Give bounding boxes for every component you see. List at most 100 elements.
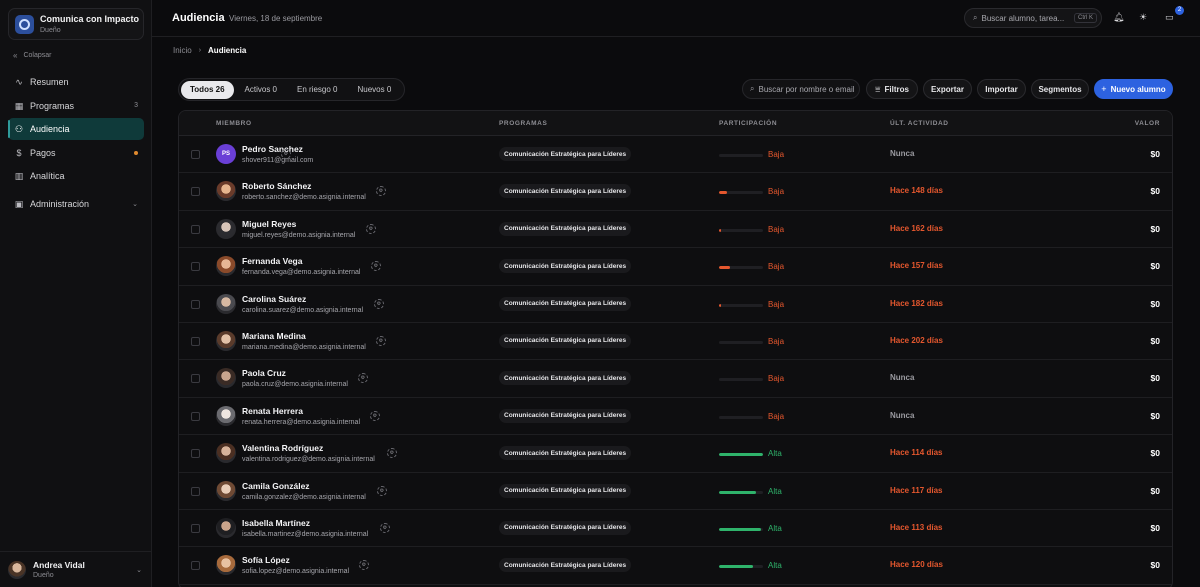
column-participation[interactable]: PARTICIPACIÓN (719, 120, 777, 127)
table-row[interactable]: Sofía López sofia.lopez@demo.asignia.inte… (179, 547, 1172, 585)
participation-level: Baja (768, 150, 785, 159)
users-icon: ⚇ (14, 124, 24, 134)
member-name[interactable]: Miguel Reyes (242, 219, 296, 229)
member-name[interactable]: Pedro Sanchez (242, 144, 303, 154)
segment-tabs: Todos 26 Activos 0 En riesgo 0 Nuevos 0 (178, 78, 406, 101)
table-row[interactable]: Fernanda Vega fernanda.vega@demo.asignia.… (179, 248, 1172, 286)
member-name[interactable]: Camila González (242, 481, 310, 491)
table-body: PS Pedro Sanchez shover911@gmail.com ⚙ Comun… (179, 136, 1172, 585)
settings-icon[interactable]: ⚙ (380, 522, 390, 533)
last-activity: Hace 182 días (890, 298, 943, 308)
member-name[interactable]: Paola Cruz (242, 368, 286, 378)
member-email: camila.gonzalez@demo.asignia.internal (242, 493, 366, 501)
sidebar-item-analítica[interactable]: ▥ Analítica (8, 165, 144, 187)
column-value[interactable]: VALOR (1135, 120, 1160, 127)
column-programs[interactable]: PROGRAMAS (499, 120, 547, 127)
export-label: Exportar (931, 84, 964, 94)
member-name[interactable]: Sofía López (242, 555, 290, 565)
program-chip: Comunicación Estratégica para Líderes (499, 446, 632, 461)
row-checkbox[interactable] (191, 262, 200, 272)
table-row[interactable]: Isabella Martínez isabella.martinez@demo.… (179, 510, 1172, 548)
member-name[interactable]: Isabella Martínez (242, 518, 310, 528)
participation-level: Baja (768, 411, 785, 421)
settings-icon[interactable]: ⚙ (387, 448, 397, 459)
sidebar-item-audiencia[interactable]: ⚇ Audiencia (8, 118, 144, 140)
table-row[interactable]: Miguel Reyes miguel.reyes@demo.asignia.in… (179, 211, 1172, 249)
member-email: roberto.sanchez@demo.asignia.internal (242, 194, 366, 202)
program-chip: Comunicación Estratégica para Líderes (499, 221, 632, 236)
settings-icon[interactable]: ⚙ (376, 335, 386, 346)
global-search-input[interactable]: ⌕ Buscar alumno, tarea... Ctrl K (964, 8, 1102, 28)
segments-button[interactable]: Segmentos (1031, 79, 1089, 99)
row-checkbox[interactable] (191, 561, 200, 571)
table-row[interactable]: Mariana Medina mariana.medina@demo.asigni… (179, 323, 1172, 361)
workspace-switcher[interactable]: Comunica con Impacto Dueño (8, 8, 144, 40)
bell-icon[interactable]: 🔔︎ (1113, 12, 1124, 23)
row-checkbox[interactable] (191, 449, 200, 459)
sun-icon[interactable]: ☀ (1139, 12, 1147, 23)
table-row[interactable]: Valentina Rodríguez valentina.rodriguez@d… (179, 435, 1172, 473)
table-row[interactable]: Camila González camila.gonzalez@demo.asig… (179, 473, 1172, 510)
program-chip: Comunicación Estratégica para Líderes (499, 333, 632, 348)
settings-icon[interactable]: ⚙ (281, 149, 291, 159)
search-icon: ⌕ (973, 13, 978, 22)
import-button[interactable]: Importar (977, 79, 1026, 99)
row-checkbox[interactable] (191, 411, 200, 421)
member-search-input[interactable]: ⌕ Buscar por nombre o email (742, 79, 860, 99)
row-checkbox[interactable] (191, 187, 200, 197)
table-row[interactable]: Roberto Sánchez roberto.sanchez@demo.asig… (179, 173, 1172, 211)
collapse-button[interactable]: « Colapsar (13, 51, 51, 60)
settings-icon[interactable]: ⚙ (371, 261, 381, 272)
sidebar-item-administración[interactable]: ▣ Administración ⌄ (8, 193, 144, 215)
row-checkbox[interactable] (191, 374, 200, 384)
double-chevron-left-icon: « (13, 51, 18, 60)
program-chip: Comunicación Estratégica para Líderes (499, 147, 632, 161)
row-checkbox[interactable] (191, 486, 200, 496)
settings-icon[interactable]: ⚙ (374, 298, 384, 309)
filters-button[interactable]: ⩸ Filtros (866, 79, 918, 99)
row-checkbox[interactable] (191, 336, 200, 346)
tab-filter-2[interactable]: En riesgo 0 (288, 81, 346, 99)
sidebar-item-pagos[interactable]: $ Pagos (8, 142, 144, 164)
column-last-activity[interactable]: ÚLT. ACTIVIDAD (890, 120, 949, 127)
member-name[interactable]: Fernanda Vega (242, 256, 302, 266)
program-chip: Comunicación Estratégica para Líderes (499, 408, 632, 423)
row-checkbox[interactable] (191, 224, 200, 234)
participation-bar (719, 378, 763, 382)
settings-icon[interactable]: ⚙ (377, 485, 387, 496)
member-email: valentina.rodriguez@demo.asignia.interna… (242, 456, 375, 464)
new-student-button[interactable]: + Nuevo alumno (1094, 79, 1173, 99)
settings-icon[interactable]: ⚙ (366, 223, 376, 234)
last-activity: Nunca (890, 410, 915, 420)
member-name[interactable]: Carolina Suárez (242, 294, 306, 304)
row-checkbox[interactable] (191, 150, 200, 159)
settings-icon[interactable]: ⚙ (376, 186, 386, 197)
member-name[interactable]: Valentina Rodríguez (242, 443, 323, 453)
filters-label: Filtros (884, 84, 909, 94)
topbar: Audiencia Viernes, 18 de septiembre ⌕ Bu… (152, 0, 1200, 37)
inbox-icon[interactable]: ▭ (1165, 12, 1174, 23)
row-checkbox[interactable] (191, 523, 200, 533)
export-button[interactable]: Exportar (923, 79, 972, 99)
member-name[interactable]: Renata Herrera (242, 406, 303, 416)
table-row[interactable]: Renata Herrera renata.herrera@demo.asigni… (179, 398, 1172, 436)
settings-icon[interactable]: ⚙ (370, 410, 380, 421)
user-menu[interactable]: Andrea Vidal Dueño ⌄ (0, 551, 152, 587)
tab-filter-3[interactable]: Nuevos 0 (348, 81, 400, 99)
breadcrumb-home[interactable]: Inicio (173, 46, 192, 55)
sidebar-item-programas[interactable]: ▦ Programas 3 (8, 95, 144, 117)
settings-icon[interactable]: ⚙ (359, 560, 369, 571)
member-name[interactable]: Roberto Sánchez (242, 181, 311, 191)
row-checkbox[interactable] (191, 299, 200, 309)
member-name[interactable]: Mariana Medina (242, 331, 306, 341)
tab-filter-1[interactable]: Activos 0 (236, 81, 286, 99)
collapse-label: Colapsar (23, 52, 52, 59)
settings-icon[interactable]: ⚙ (358, 373, 368, 384)
sidebar-item-resumen[interactable]: ∿ Resumen (8, 71, 144, 93)
column-member[interactable]: MIEMBRO (216, 120, 252, 127)
tab-filter-0[interactable]: Todos 26 (181, 80, 234, 99)
table-row[interactable]: PS Pedro Sanchez shover911@gmail.com ⚙ Comun… (179, 136, 1172, 174)
table-row[interactable]: Paola Cruz paola.cruz@demo.asignia.intern… (179, 360, 1172, 398)
table-row[interactable]: Carolina Suárez carolina.suarez@demo.asig… (179, 286, 1172, 323)
